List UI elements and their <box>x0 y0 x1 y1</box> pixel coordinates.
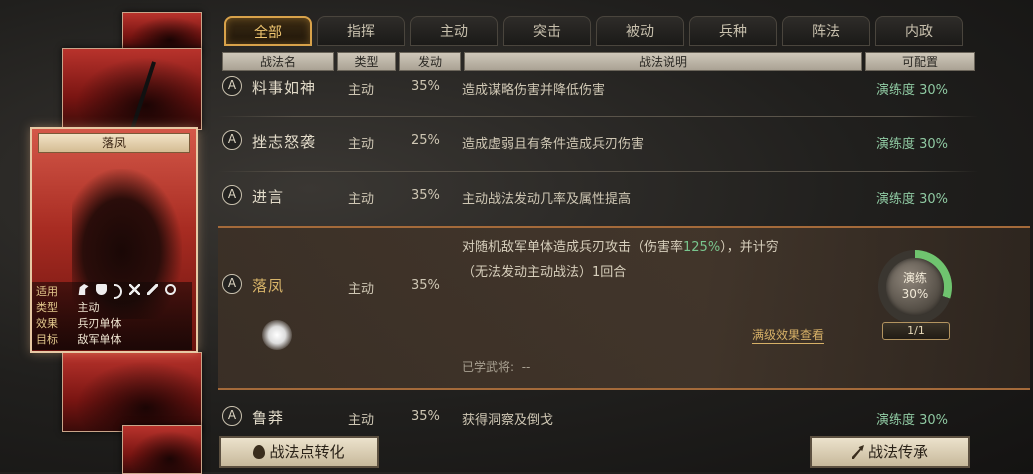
glow-orb <box>262 320 292 350</box>
skill-desc: 造成谋略伤害并降低伤害 <box>462 83 606 98</box>
row-divider <box>218 171 978 172</box>
header-config: 可配置 <box>865 52 975 71</box>
card-info-row: 类型 主动 <box>36 300 100 315</box>
convert-points-button[interactable]: 战法点转化 <box>219 436 379 468</box>
card-info-row: 效果 兵刃单体 <box>36 316 122 331</box>
damage-rate-value: 125% <box>683 240 721 255</box>
flame-icon <box>253 445 266 459</box>
spear-icon <box>146 284 158 295</box>
horse-icon <box>78 284 89 295</box>
view-max-effect-link[interactable]: 满级效果查看 <box>752 326 825 344</box>
shield-icon <box>95 284 107 295</box>
skill-desc: 主动战法发动几率及属性提高 <box>462 192 632 207</box>
skill-desc: 获得洞察及倒戈 <box>462 413 554 428</box>
skill-name: 进言 <box>252 188 285 206</box>
train-percent: 30% <box>901 287 929 301</box>
card-title: 落凤 <box>38 133 190 153</box>
skill-type: 主动 <box>348 192 375 207</box>
skill-card-thumb[interactable] <box>62 48 202 130</box>
skill-level: 演练度 30% <box>876 137 949 152</box>
skill-desc-line2: （无法发动主动战法）1回合 <box>462 265 627 280</box>
train-button[interactable]: 演练 30% <box>886 258 944 316</box>
selected-skill-card[interactable]: 落凤 适用 类型 主动 效果 兵刃单体 目标 敌军单体 <box>30 127 198 353</box>
bow-icon <box>113 284 122 299</box>
card-info-row: 目标 敌军单体 <box>36 332 122 347</box>
category-tabs: 全部 指挥 主动 突击 被动 兵种 阵法 内政 <box>222 16 982 48</box>
cross-weapon-icon <box>128 284 140 295</box>
train-count: 1/1 <box>882 322 950 340</box>
tab-assault[interactable]: 突击 <box>503 16 591 46</box>
table-row-selected[interactable]: A 落凤 主动 35% 对随机敌军单体造成兵刃攻击（伤害率125%），并计穷 （… <box>218 226 1030 390</box>
skill-type: 主动 <box>348 282 375 297</box>
wheel-icon <box>164 284 176 295</box>
skill-level: 演练度 30% <box>876 83 949 98</box>
skill-rate: 35% <box>411 79 440 94</box>
tab-command[interactable]: 指挥 <box>317 16 405 46</box>
skill-name: 挫志怒袭 <box>252 133 317 151</box>
card-info-key: 目标 <box>36 333 58 346</box>
header-desc: 战法说明 <box>464 52 862 71</box>
tab-passive[interactable]: 被动 <box>596 16 684 46</box>
header-name: 战法名 <box>222 52 334 71</box>
card-info-key: 适用 <box>36 285 58 298</box>
skill-type: 主动 <box>348 137 375 152</box>
skill-name: 料事如神 <box>252 79 317 97</box>
card-info-row: 适用 <box>36 284 176 299</box>
learned-generals: 已学武将: -- <box>462 360 531 374</box>
grade-a-badge: A <box>222 274 242 294</box>
skill-rate: 25% <box>411 133 440 148</box>
skill-desc: 造成虚弱且有条件造成兵刃伤害 <box>462 137 645 152</box>
card-info-value: 敌军单体 <box>77 333 122 346</box>
tab-all[interactable]: 全部 <box>224 16 312 46</box>
tab-internal[interactable]: 内政 <box>875 16 963 46</box>
train-label: 演练 <box>902 271 927 285</box>
skill-type: 主动 <box>348 83 375 98</box>
tab-formation[interactable]: 阵法 <box>782 16 870 46</box>
table-row[interactable]: A 挫志怒袭 主动 25% 造成虚弱且有条件造成兵刃伤害 演练度 30% <box>218 130 978 154</box>
table-row[interactable]: A 进言 主动 35% 主动战法发动几率及属性提高 演练度 30% <box>218 185 978 209</box>
sword-icon <box>851 445 864 459</box>
skill-level: 演练度 30% <box>876 413 949 428</box>
card-info-value: 主动 <box>77 301 100 314</box>
table-row[interactable]: A 料事如神 主动 35% 造成谋略伤害并降低伤害 演练度 30% <box>218 76 978 100</box>
header-type: 类型 <box>337 52 396 71</box>
inherit-skill-button[interactable]: 战法传承 <box>810 436 970 468</box>
row-divider <box>218 116 978 117</box>
skill-rate: 35% <box>411 409 440 424</box>
skill-type: 主动 <box>348 413 375 428</box>
skill-rate: 35% <box>411 188 440 203</box>
table-row[interactable]: A 鲁莽 主动 35% 获得洞察及倒戈 演练度 30% <box>218 406 978 430</box>
skill-name: 鲁莽 <box>252 409 285 427</box>
skill-card-thumb[interactable] <box>62 352 202 432</box>
card-info-key: 类型 <box>36 301 58 314</box>
card-info-key: 效果 <box>36 317 58 330</box>
grade-a-badge: A <box>222 406 242 426</box>
header-rate: 发动 <box>399 52 461 71</box>
skill-rate: 35% <box>411 278 440 293</box>
tab-active[interactable]: 主动 <box>410 16 498 46</box>
skill-name: 落凤 <box>252 277 285 295</box>
grade-a-badge: A <box>222 130 242 150</box>
skill-card-thumb[interactable] <box>122 12 202 52</box>
grade-a-badge: A <box>222 76 242 96</box>
card-info-panel: 适用 类型 主动 效果 兵刃单体 目标 敌军单体 <box>32 282 192 350</box>
skill-card-thumb[interactable] <box>122 425 202 474</box>
tab-troop[interactable]: 兵种 <box>689 16 777 46</box>
training-progress-ring[interactable]: 演练 30% <box>878 250 952 324</box>
skill-level: 演练度 30% <box>876 192 949 207</box>
card-info-value: 兵刃单体 <box>77 317 122 330</box>
grade-a-badge: A <box>222 185 242 205</box>
skill-desc-line1: 对随机敌军单体造成兵刃攻击（伤害率125%），并计穷 <box>462 240 779 255</box>
table-header: 战法名 类型 发动 战法说明 可配置 <box>222 52 978 72</box>
